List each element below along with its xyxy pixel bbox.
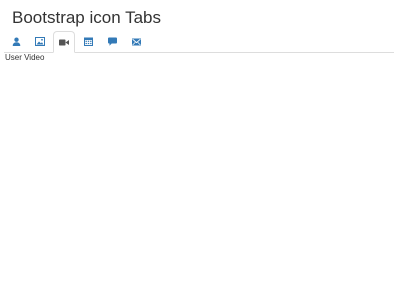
envelope-icon <box>131 38 141 46</box>
tab-picture[interactable] <box>29 31 51 52</box>
tab-envelope[interactable] <box>125 31 147 52</box>
icon-tab-bar <box>4 31 394 53</box>
tab-pane-text: User Video <box>5 53 45 62</box>
tab-video[interactable] <box>53 31 75 53</box>
user-icon <box>12 37 21 46</box>
picture-icon <box>35 37 45 46</box>
facetime-video-icon <box>59 39 69 46</box>
tab-calendar[interactable] <box>77 31 99 52</box>
page-title: Bootstrap icon Tabs <box>12 8 161 27</box>
comment-icon <box>107 37 117 46</box>
tab-user[interactable] <box>5 31 27 52</box>
tab-comment[interactable] <box>101 31 123 52</box>
calendar-icon <box>83 37 93 46</box>
tab-pane-video: User Video <box>5 53 44 63</box>
